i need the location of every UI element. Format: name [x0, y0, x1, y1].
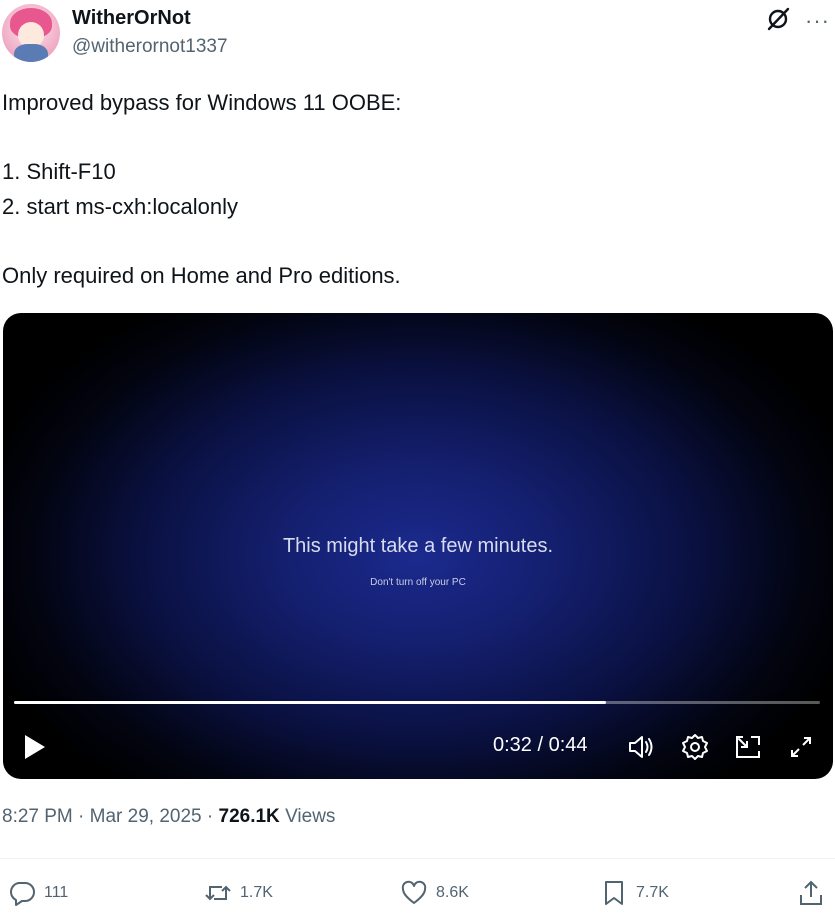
like-count: 8.6K — [436, 884, 469, 901]
tweet-meta: 8:27 PM · Mar 29, 2025 · 726.1K Views — [2, 806, 336, 827]
tweet-date[interactable]: Mar 29, 2025 — [90, 806, 202, 827]
tweet-header: WitherOrNot @witherornot1337 ··· — [0, 0, 835, 70]
video-player[interactable]: This might take a few minutes. Don't tur… — [3, 313, 833, 779]
settings-icon[interactable] — [680, 732, 710, 762]
tweet-time[interactable]: 8:27 PM — [2, 806, 73, 827]
tweet-text: Improved bypass for Windows 11 OOBE: 1. … — [2, 90, 402, 288]
reply-button[interactable]: 111 — [8, 878, 68, 908]
share-icon — [800, 880, 822, 905]
video-sub-text: Don't turn off your PC — [370, 577, 466, 588]
author-name[interactable]: WitherOrNot — [72, 7, 191, 30]
video-progress-bar[interactable] — [14, 701, 820, 704]
reply-count: 111 — [44, 884, 69, 901]
more-icon[interactable]: ··· — [805, 8, 830, 34]
views-count: 726.1K — [218, 806, 280, 827]
avatar[interactable] — [2, 4, 60, 62]
like-icon — [401, 880, 427, 904]
bookmark-button[interactable]: 7.7K — [600, 878, 669, 908]
share-button[interactable] — [797, 878, 833, 908]
volume-icon[interactable] — [627, 732, 657, 762]
fullscreen-icon[interactable] — [786, 732, 816, 762]
video-main-text: This might take a few minutes. — [282, 535, 554, 557]
reply-icon — [10, 882, 35, 906]
video-progress-fill — [14, 701, 607, 704]
bookmark-count: 7.7K — [636, 884, 669, 901]
repost-count: 1.7K — [240, 884, 273, 901]
play-icon[interactable] — [23, 734, 47, 760]
repost-icon — [205, 885, 231, 901]
pip-icon[interactable] — [733, 732, 763, 762]
repost-button[interactable]: 1.7K — [204, 878, 273, 908]
grok-icon[interactable] — [765, 6, 791, 32]
divider — [0, 858, 835, 859]
views-label: Views — [285, 806, 336, 827]
video-time: 0:32 / 0:44 — [493, 734, 588, 756]
author-handle[interactable]: @witherornot1337 — [72, 36, 228, 58]
bookmark-icon — [605, 881, 623, 905]
like-button[interactable]: 8.6K — [400, 878, 469, 908]
